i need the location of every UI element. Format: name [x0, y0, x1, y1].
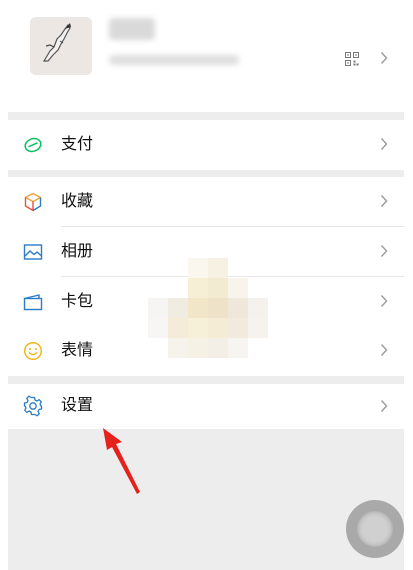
mosaic-watermark: [148, 258, 308, 368]
menu-item-favorites[interactable]: 收藏: [8, 177, 404, 227]
me-tab-screen: 支付 收藏 相册 卡包 表情 设置: [8, 0, 404, 570]
chevron-right-icon: [380, 52, 388, 64]
smiley-icon: [23, 341, 43, 361]
chevron-right-icon: [380, 344, 388, 356]
nickname-redacted: [109, 18, 155, 40]
section-separator: [8, 170, 404, 177]
menu-item-label: 设置: [61, 395, 94, 414]
menu-item-pay[interactable]: 支付: [8, 120, 404, 170]
chevron-right-icon: [380, 295, 388, 307]
avatar[interactable]: [30, 17, 92, 75]
cube-icon: [24, 192, 42, 212]
chevron-right-icon: [380, 138, 388, 150]
assistive-touch-inner: [357, 511, 393, 547]
gear-icon: [23, 395, 43, 417]
menu-item-label: 相册: [61, 241, 94, 260]
image-icon: [23, 244, 43, 260]
section-separator: [8, 376, 404, 384]
qr-code-icon[interactable]: [345, 52, 359, 66]
empty-area: [8, 429, 404, 570]
menu-item-label: 收藏: [61, 191, 94, 210]
wallet-icon: [24, 137, 42, 153]
profile-header[interactable]: [8, 0, 404, 112]
chevron-right-icon: [380, 245, 388, 257]
chevron-right-icon: [380, 400, 388, 412]
wechat-id-redacted: [109, 55, 239, 65]
chevron-right-icon: [380, 195, 388, 207]
menu-item-label: 表情: [61, 340, 94, 359]
menu-item-settings[interactable]: 设置: [8, 384, 404, 429]
section-separator: [8, 112, 404, 120]
annotation-arrow: [103, 428, 140, 494]
assistive-touch-button[interactable]: [346, 500, 404, 558]
menu-item-label: 卡包: [61, 291, 94, 310]
card-icon: [23, 294, 43, 311]
menu-item-label: 支付: [61, 134, 94, 153]
